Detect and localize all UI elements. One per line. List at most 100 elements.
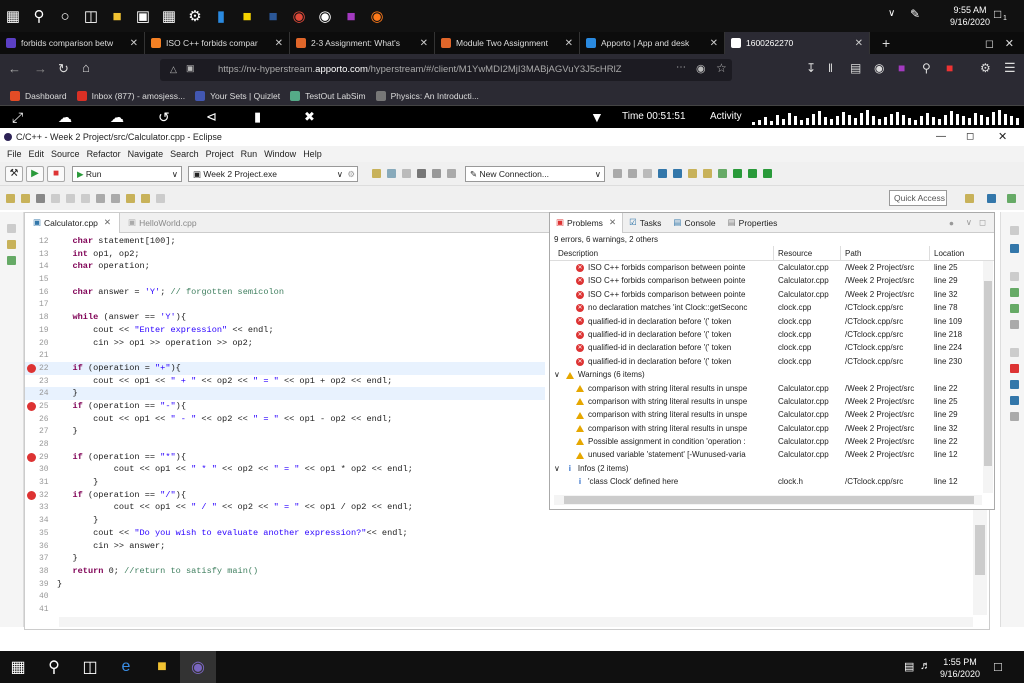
scroll-thumb[interactable] — [984, 281, 992, 466]
console-trim-icon[interactable] — [1010, 396, 1019, 405]
code-line[interactable]: 35 cout << "Do you wish to evaluate anot… — [25, 527, 545, 540]
code-line[interactable]: 19 cout << "Enter expression" << endl; — [25, 324, 545, 337]
code-line[interactable]: 12 char statement[100]; — [25, 235, 545, 248]
tasks-trim-icon[interactable] — [1010, 380, 1019, 389]
restore-view-icon[interactable] — [7, 224, 16, 233]
restore-view-icon[interactable] — [1010, 226, 1019, 235]
calculator-icon[interactable]: ▦ — [156, 0, 182, 32]
run-config-icon[interactable] — [748, 169, 757, 178]
cloud-download-icon[interactable]: ☁ — [110, 109, 124, 126]
open-type-icon[interactable] — [688, 169, 697, 178]
menu-item[interactable]: Run — [241, 149, 258, 159]
pen-icon[interactable]: ✎ — [910, 7, 920, 21]
refresh-tool-icon[interactable] — [718, 169, 727, 178]
next-annotation-icon[interactable] — [96, 193, 105, 203]
bookmark-item[interactable]: Inbox (877) - amosjess... — [76, 90, 185, 101]
coverage-icon[interactable] — [763, 169, 772, 178]
close-tab-icon[interactable]: ✕ — [275, 38, 283, 49]
column-description[interactable]: Description — [550, 246, 774, 260]
format-icon[interactable] — [51, 193, 60, 203]
volume-icon[interactable]: ♬ — [920, 660, 931, 672]
shield-icon[interactable]: △ — [170, 64, 177, 75]
browser-tab[interactable]: 2-3 Assignment: What's ✕ — [290, 32, 435, 54]
debug-run-icon[interactable] — [733, 169, 742, 178]
extensions-icon[interactable]: ⚙ — [980, 61, 991, 75]
hammer-icon[interactable] — [432, 169, 441, 178]
chevron-down-icon[interactable]: ∨ — [966, 217, 972, 228]
close-tab-icon[interactable]: ✕ — [130, 38, 138, 49]
problems-row[interactable]: ✕ ISO C++ forbids comparison between poin… — [550, 261, 994, 274]
open-icon[interactable] — [6, 193, 15, 203]
task-view-icon[interactable]: ◫ — [72, 651, 108, 683]
word-icon[interactable]: ■ — [260, 0, 286, 32]
bookmark-item[interactable]: TestOut LabSim — [290, 90, 366, 101]
upload-icon[interactable]: ☁ — [58, 109, 72, 126]
make-target-icon[interactable] — [1010, 288, 1019, 297]
more-icon[interactable]: ⋯ — [676, 62, 686, 73]
menu-item[interactable]: Refactor — [87, 149, 121, 159]
forward-icon[interactable]: → — [34, 61, 47, 76]
search-tool-icon[interactable] — [703, 169, 712, 178]
search-icon[interactable]: ⚲ — [36, 651, 72, 683]
code-line[interactable]: 14 char operation; — [25, 260, 545, 273]
code-line[interactable]: 17 — [25, 298, 545, 311]
problems-row[interactable]: ✕ ISO C++ forbids comparison between poin… — [550, 274, 994, 287]
pocket-icon[interactable]: ◉ — [696, 62, 706, 75]
sidebar-icon[interactable]: ▤ — [850, 61, 861, 75]
code-line[interactable]: 15 — [25, 273, 545, 286]
build-icon[interactable]: ⚒ — [5, 165, 23, 182]
code-line[interactable]: 36 cin >> answer; — [25, 540, 545, 553]
cortana-icon[interactable]: ○ — [52, 0, 78, 32]
last-edit-icon[interactable] — [126, 193, 135, 203]
project-explorer-icon[interactable] — [7, 240, 16, 249]
code-line[interactable]: 41 — [25, 603, 545, 616]
reload-icon[interactable]: ↻ — [58, 61, 69, 77]
sort-desc-icon[interactable] — [628, 169, 637, 178]
code-line[interactable]: 30 cout << op1 << " * " << op2 << " = " … — [25, 463, 545, 476]
include-browser-icon[interactable] — [1010, 304, 1019, 313]
code-line[interactable]: 28 — [25, 438, 545, 451]
back-icon[interactable]: ← — [8, 61, 21, 76]
code-line[interactable]: 27 } — [25, 425, 545, 438]
home-icon[interactable]: ⌂ — [82, 60, 90, 75]
problems-row[interactable]: comparison with string literal results i… — [550, 422, 994, 435]
editor-horizontal-scrollbar[interactable] — [59, 617, 973, 627]
code-line[interactable]: 16 char answer = 'Y'; // forgotten semic… — [25, 286, 545, 299]
menu-item[interactable]: Navigate — [128, 149, 164, 159]
call-hierarchy-icon[interactable] — [1010, 320, 1019, 329]
problems-row[interactable]: comparison with string literal results i… — [550, 382, 994, 395]
folder-icon[interactable] — [21, 193, 30, 203]
debug-perspective-icon[interactable] — [1007, 194, 1016, 203]
problems-row[interactable]: unused variable 'statement' [-Wunused-va… — [550, 448, 994, 461]
browser-tab[interactable]: 1600262270 ✕ — [725, 32, 870, 54]
sort-icon[interactable] — [613, 169, 622, 178]
file-explorer-icon[interactable]: ■ — [144, 651, 180, 683]
target-icon[interactable] — [447, 169, 456, 178]
close-tab-icon[interactable]: ✕ — [710, 38, 718, 49]
code-line[interactable]: 20 cin >> op1 >> operation >> op2; — [25, 337, 545, 350]
menu-item[interactable]: Project — [206, 149, 234, 159]
tab-console[interactable]: ▤ Console — [667, 213, 721, 233]
notification-icon[interactable]: □ — [994, 7, 1001, 21]
error-marker-icon[interactable] — [27, 452, 36, 462]
close-tab-icon[interactable]: ✕ — [609, 217, 616, 228]
problems-row[interactable]: comparison with string literal results i… — [550, 395, 994, 408]
tab-properties[interactable]: ▤ Properties — [722, 213, 784, 233]
problems-group-row[interactable]: ∨ i Infos (2 items) — [550, 462, 994, 475]
save-icon[interactable] — [387, 169, 396, 178]
save-all-icon[interactable] — [402, 169, 411, 178]
browser-tab[interactable]: forbids comparison betw ✕ — [0, 32, 145, 54]
launch-target-select[interactable]: ▣ Week 2 Project.exe ∨ ⚙ — [188, 165, 358, 182]
menu-icon[interactable]: ☰ — [1004, 60, 1016, 76]
extension-red-icon[interactable]: ■ — [946, 61, 953, 75]
chrome-icon[interactable]: ◉ — [286, 0, 312, 32]
expand-chevron-icon[interactable]: ∨ — [554, 464, 560, 473]
problems-row[interactable]: ✕ qualified-id in declaration before '(' … — [550, 355, 994, 368]
expand-chevron-icon[interactable]: ∨ — [554, 370, 560, 379]
maximize-icon[interactable]: ◻ — [966, 128, 974, 146]
stop-icon[interactable]: ■ — [47, 165, 65, 182]
clock-top[interactable]: 9:55 AM 9/16/2020 — [950, 4, 990, 28]
close-tab-icon[interactable]: ✕ — [420, 38, 428, 49]
problems-row[interactable]: comparison with string literal results i… — [550, 408, 994, 421]
tab-tasks[interactable]: ☑ Tasks — [623, 213, 667, 233]
